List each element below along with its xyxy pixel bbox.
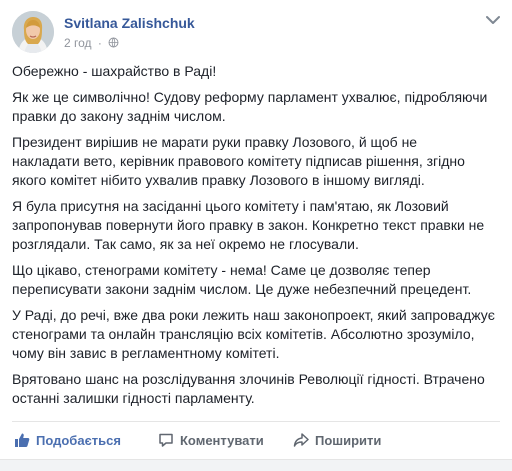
avatar[interactable]: [12, 11, 54, 53]
post-content: Обережно - шахрайство в Раді! Як же це с…: [12, 62, 500, 415]
post-line: Що цікаво, стенограми комітету - нема! С…: [12, 262, 431, 278]
like-button[interactable]: Подобається: [14, 427, 121, 453]
post-line: накладати вето, керівник правового коміт…: [12, 153, 465, 169]
share-label: Поширити: [315, 432, 382, 448]
post-line: переписувати закони заднім числом. Це ду…: [12, 281, 472, 297]
post-line: якого комітет нібито ухвалив правку Лозо…: [12, 172, 425, 188]
author-name[interactable]: Svitlana Zalishchuk: [64, 15, 195, 31]
post-actions: Подобається Коментувати Поширити: [12, 427, 500, 453]
post-line: Як же це символічно! Судову реформу парл…: [12, 89, 488, 105]
thumbs-up-icon: [15, 433, 30, 447]
post-paragraph: Як же це символічно! Судову реформу парл…: [12, 88, 500, 126]
post-meta: 2 год ·: [64, 36, 119, 50]
facebook-post: Svitlana Zalishchuk 2 год · Обережно - ш…: [0, 0, 512, 471]
post-line: розглядали. Так само, як за неї окремо н…: [12, 236, 359, 252]
share-icon: [293, 433, 309, 447]
post-line: правки до закону заднім числом.: [12, 108, 226, 124]
comment-button[interactable]: Коментувати: [158, 427, 264, 453]
post-line: останні залишки гідності парламенту.: [12, 390, 255, 406]
comment-label: Коментувати: [180, 432, 264, 448]
post-line: Врятовано шанс на розслідування злочинів…: [12, 371, 485, 387]
post-paragraph: У Раді, до речі, вже два роки лежить наш…: [12, 306, 500, 363]
actions-divider: [12, 421, 500, 422]
post-paragraph: Обережно - шахрайство в Раді!: [12, 62, 500, 81]
post-paragraph: Я була присутня на засіданні цього коміт…: [12, 197, 500, 254]
globe-icon[interactable]: [108, 37, 119, 48]
post-footer: [0, 459, 512, 471]
post-time[interactable]: 2 год: [64, 36, 92, 50]
post-line: чому він завис в регламентному комітеті.: [12, 345, 280, 361]
post-line: запропонував повернути його правку в зак…: [12, 217, 485, 233]
post-line: У Раді, до речі, вже два роки лежить наш…: [12, 307, 495, 323]
post-paragraph: Що цікаво, стенограми комітету - нема! С…: [12, 261, 500, 299]
post-paragraph: Президент вирішив не марати руки правку …: [12, 133, 500, 190]
chevron-down-icon[interactable]: [486, 15, 500, 25]
share-button[interactable]: Поширити: [293, 427, 381, 453]
post-paragraph: Врятовано шанс на розслідування злочинів…: [12, 370, 500, 408]
post-header: Svitlana Zalishchuk 2 год ·: [12, 11, 500, 57]
post-line: Обережно - шахрайство в Раді!: [12, 63, 217, 79]
post-line: Президент вирішив не марати руки правку …: [12, 134, 418, 150]
avatar-image: [12, 11, 54, 53]
comment-icon: [159, 433, 173, 447]
like-label: Подобається: [36, 432, 121, 448]
post-line: Я була присутня на засіданні цього коміт…: [12, 198, 449, 214]
meta-separator: ·: [97, 36, 102, 50]
post-line: стенограми та онлайн трансляцію всіх ком…: [12, 326, 475, 342]
